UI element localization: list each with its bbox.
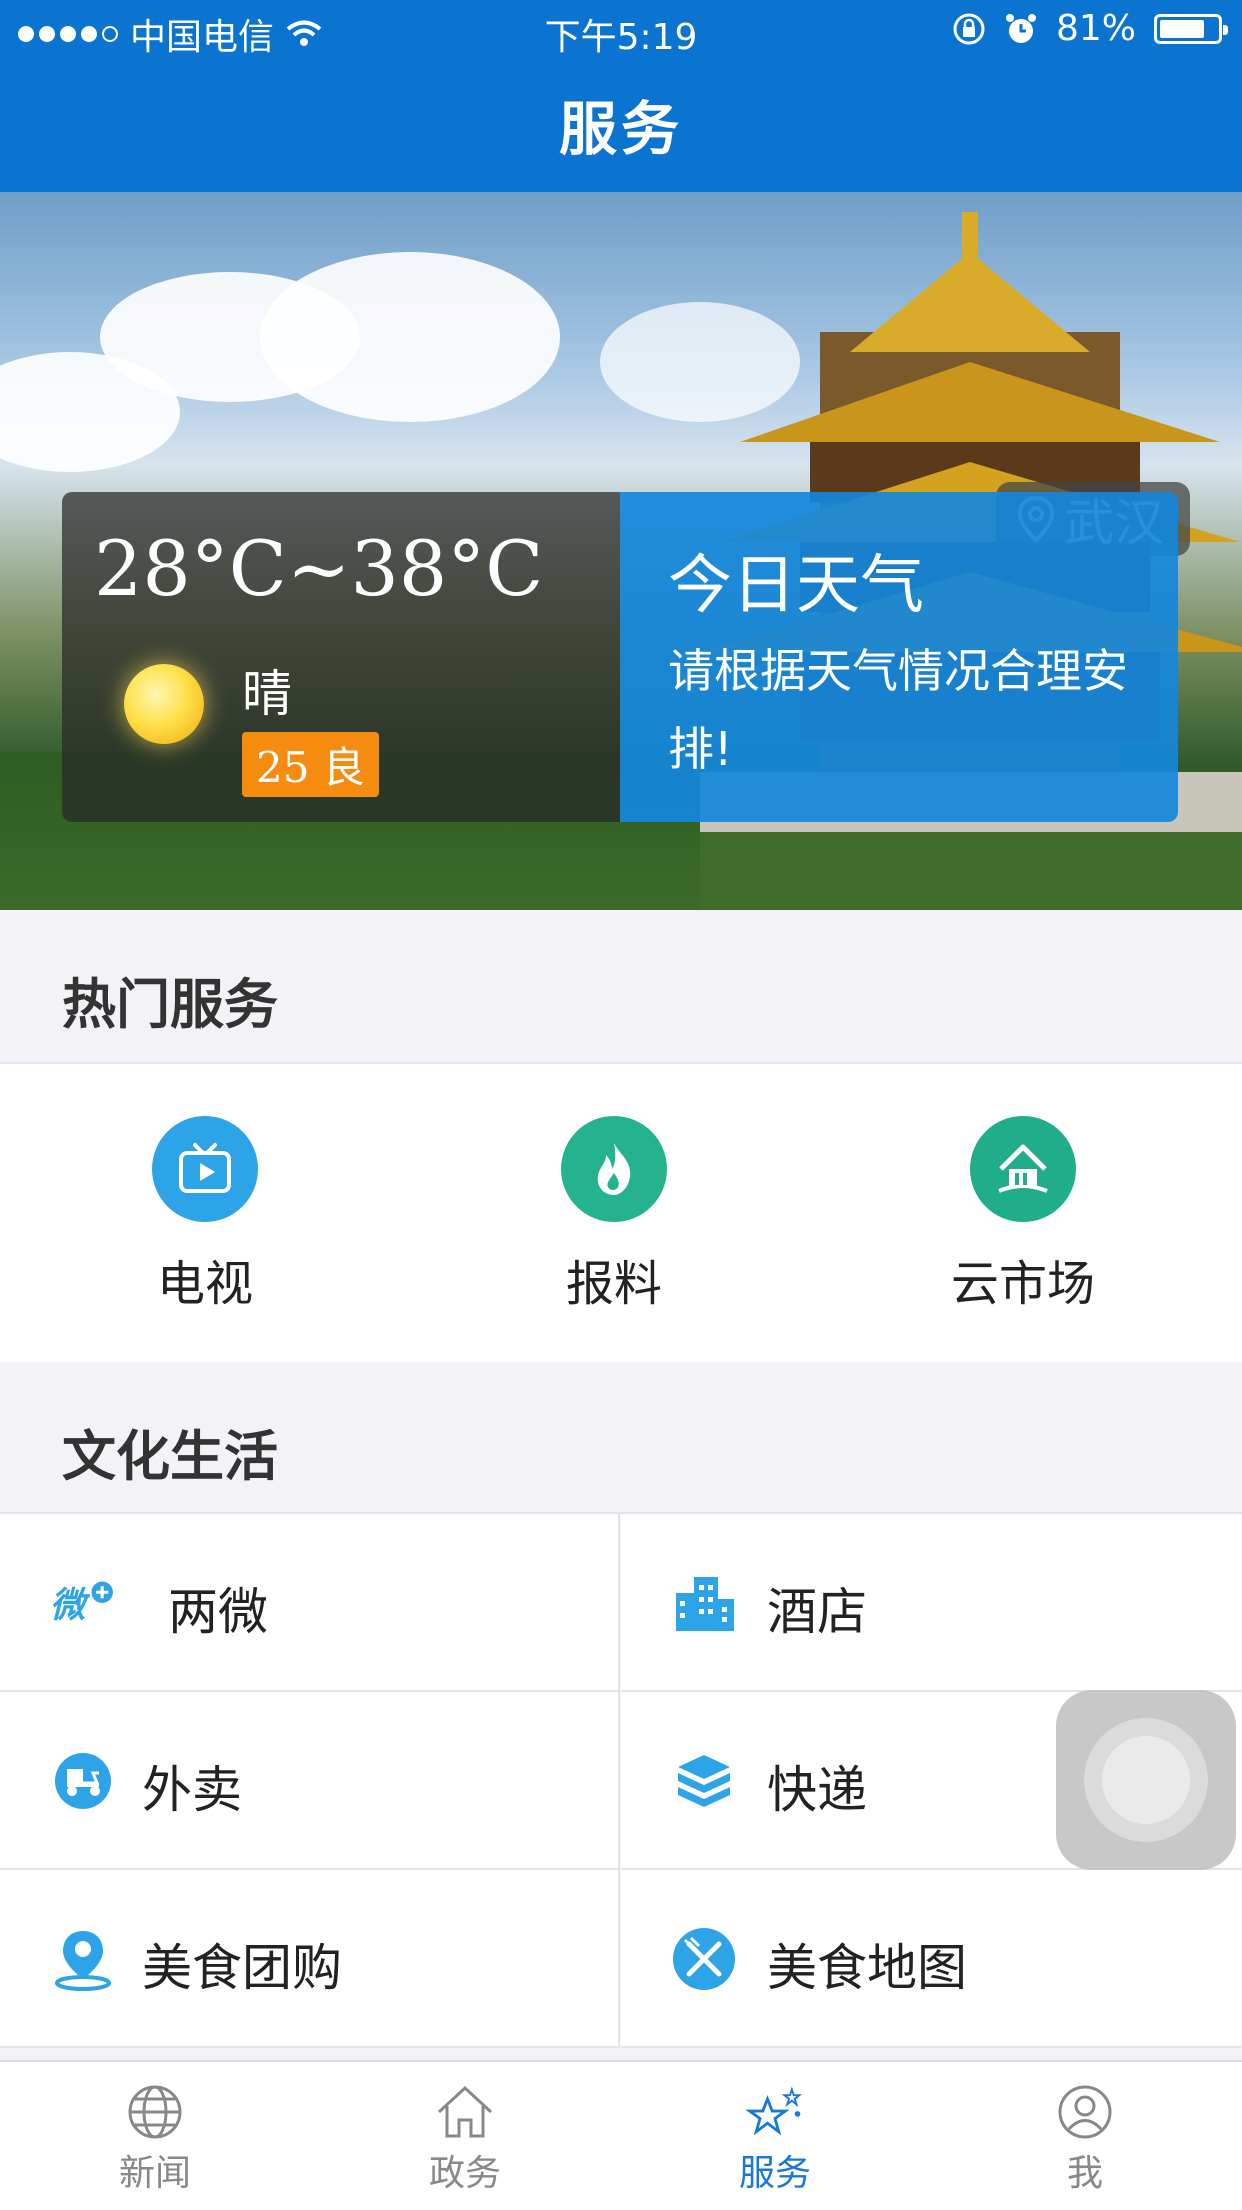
- aqi-badge: 25 良: [242, 732, 379, 797]
- battery-icon: [1154, 13, 1228, 44]
- grid-item-hotel[interactable]: 酒店: [621, 1514, 1241, 1692]
- tab-label: 服务: [738, 2153, 811, 2194]
- section-title: 热门服务: [62, 973, 278, 1036]
- hero-banner: 武汉 28°C~38°C 晴 25 良 今日天气 请根据天气情况合理安排!: [0, 192, 1242, 910]
- assistive-touch-button[interactable]: [1056, 1690, 1236, 1870]
- grid-item-label: 美食团购: [142, 1939, 342, 1997]
- weather-tip-panel[interactable]: 今日天气 请根据天气情况合理安排!: [620, 492, 1178, 822]
- section-title: 文化生活: [62, 1425, 278, 1488]
- hotel-building-icon: [671, 1570, 737, 1636]
- tab-government[interactable]: 政务: [310, 2062, 620, 2210]
- grid-item-takeout[interactable]: 外卖: [0, 1692, 620, 1870]
- service-tv[interactable]: 电视: [55, 1116, 355, 1314]
- weather-card[interactable]: 28°C~38°C 晴 25 良: [62, 492, 620, 822]
- alarm-icon: [1005, 13, 1036, 43]
- weibo-wechat-icon: 微: [50, 1570, 116, 1636]
- utensils-icon: [671, 1926, 737, 1992]
- stars-icon: [745, 2082, 805, 2142]
- service-label: 报料: [565, 1256, 662, 1312]
- service-report[interactable]: 报料: [464, 1116, 764, 1314]
- user-icon: [1055, 2082, 1115, 2142]
- location-pin-icon: [50, 1926, 116, 1992]
- tv-icon: [152, 1116, 258, 1222]
- package-box-icon: [671, 1748, 737, 1814]
- section-header-culture: 文化生活: [0, 1362, 1242, 1512]
- battery-percent: 81%: [1055, 8, 1136, 49]
- tab-bar: 新闻 政务 服务 我: [0, 2060, 1242, 2210]
- delivery-scooter-icon: [50, 1748, 116, 1814]
- status-bar: 中国电信 下午5:19 81%: [0, 0, 1242, 62]
- market-icon: [970, 1116, 1076, 1222]
- weather-panel-desc: 请根据天气情况合理安排!: [668, 644, 1128, 776]
- home-icon: [435, 2082, 495, 2142]
- hot-services-panel: 电视 报料 云市场: [0, 1062, 1242, 1364]
- grid-item-label: 酒店: [767, 1583, 867, 1641]
- tab-label: 我: [1066, 2153, 1103, 2194]
- grid-item-group-buy[interactable]: 美食团购: [0, 1870, 620, 2048]
- culture-grid: 微 两微 酒店 外卖 快递 美食团购 美食地图: [0, 1512, 1242, 2048]
- sun-icon: [124, 664, 204, 744]
- tab-me[interactable]: 我: [930, 2062, 1240, 2210]
- rotation-lock-icon: [953, 13, 985, 44]
- tab-services[interactable]: 服务: [620, 2062, 930, 2210]
- service-label: 电视: [156, 1256, 253, 1312]
- grid-item-liangwei[interactable]: 微 两微: [0, 1514, 620, 1692]
- service-label: 云市场: [950, 1256, 1095, 1312]
- page-title: 服务: [558, 95, 683, 163]
- weather-panel-title: 今日天气: [668, 549, 924, 623]
- status-right: 81%: [952, 8, 1228, 49]
- tab-news[interactable]: 新闻: [0, 2062, 310, 2210]
- grid-item-label: 外卖: [142, 1761, 242, 1819]
- service-cloud-market[interactable]: 云市场: [873, 1116, 1173, 1314]
- temperature-range: 28°C~38°C: [94, 524, 544, 613]
- grid-item-label: 美食地图: [767, 1939, 967, 1997]
- cloud-shape: [260, 252, 560, 422]
- section-header-hot: 热门服务: [0, 910, 1242, 1060]
- top-bar: 中国电信 下午5:19 81% 服务: [0, 0, 1242, 192]
- tab-label: 政务: [428, 2153, 501, 2194]
- grid-item-food-map[interactable]: 美食地图: [621, 1870, 1241, 2048]
- fire-icon: [561, 1116, 667, 1222]
- grid-item-label: 快递: [767, 1761, 867, 1819]
- svg-text:微: 微: [50, 1585, 91, 1626]
- globe-icon: [125, 2082, 185, 2142]
- weather-condition: 晴: [242, 665, 292, 723]
- grid-item-label: 两微: [168, 1583, 268, 1641]
- tab-label: 新闻: [118, 2153, 191, 2194]
